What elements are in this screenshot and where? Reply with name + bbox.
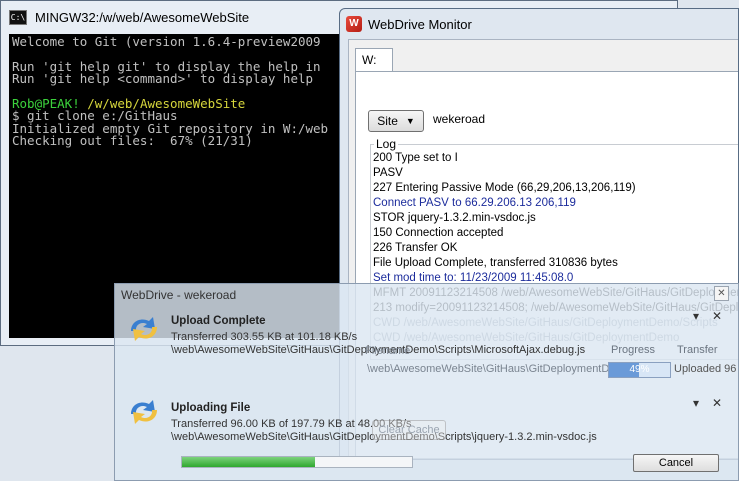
close-icon[interactable]: ✕ — [711, 397, 723, 409]
monitor-title-bar[interactable]: W WebDrive Monitor — [340, 9, 738, 39]
console-line: Checking out files: 67% (21/31) — [12, 133, 253, 149]
column-header-transfer[interactable]: Transfer — [677, 344, 718, 356]
log-line: Connect PASV to 66.29.206.13 206,119 — [373, 197, 576, 209]
site-dropdown-button[interactable]: Site ▼ — [368, 110, 424, 132]
monitor-title: WebDrive Monitor — [368, 16, 472, 32]
cancel-button[interactable]: Cancel — [633, 454, 719, 472]
log-line: File Upload Complete, transferred 310836… — [373, 257, 618, 269]
upload-dialog[interactable]: WebDrive - wekeroad Upload Complete Tran… — [114, 283, 739, 481]
close-icon[interactable]: ✕ — [711, 310, 723, 322]
chevron-down-icon[interactable]: ▾ — [690, 397, 702, 409]
console-line: Welcome to Git (version 1.6.4-preview200… — [12, 34, 321, 49]
upload-progress-bar — [181, 456, 413, 468]
upload-item-complete: Upload Complete Transferred 303.55 KB at… — [123, 315, 738, 365]
log-line: PASV — [373, 167, 403, 179]
transfer-progress-label: 49% — [629, 364, 650, 375]
webdrive-icon: W — [346, 16, 362, 32]
upload-progress-fill — [182, 457, 316, 467]
log-line: 150 Connection accepted — [373, 227, 504, 239]
close-icon[interactable]: ✕ — [714, 286, 729, 301]
chevron-down-icon[interactable]: ▾ — [690, 310, 702, 322]
chevron-down-icon: ▼ — [405, 116, 415, 126]
upload-complete-stats: Transferred 303.55 KB at 101.18 KB/s — [171, 331, 358, 343]
console-icon: C:\ — [9, 9, 27, 25]
tab-w-drive[interactable]: W: — [355, 48, 393, 71]
log-line: 200 Type set to I — [373, 152, 458, 164]
column-header-progress[interactable]: Progress — [611, 344, 655, 356]
column-header-filename[interactable]: Filename — [365, 345, 410, 357]
sync-icon — [131, 400, 157, 424]
sync-icon — [131, 317, 157, 341]
upload-complete-title: Upload Complete — [171, 315, 266, 327]
transfer-progress-bar: 49% — [608, 362, 671, 378]
site-name: wekeroad — [433, 112, 486, 126]
transfer-row-path: \web\AwesomeWebSite\GitHaus\GitDeploymen… — [367, 363, 610, 375]
clear-cache-button[interactable]: Clear Cache — [372, 420, 446, 440]
site-button-label: Site — [377, 114, 398, 128]
console-title: MINGW32:/w/web/AwesomeWebSite — [35, 9, 250, 25]
log-line: 226 Transfer OK — [373, 242, 458, 254]
transfer-row-status: Uploaded 96 — [674, 363, 737, 375]
uploading-title: Uploading File — [171, 402, 251, 414]
upload-title: WebDrive - wekeroad — [121, 288, 237, 302]
log-line: 227 Entering Passive Mode (66,29,206,13,… — [373, 182, 636, 194]
console-line: Run 'git help <command>' to display help — [12, 71, 314, 87]
upload-title-bar[interactable]: WebDrive - wekeroad — [115, 284, 738, 306]
log-line: STOR jquery-1.3.2.min-vsdoc.js — [373, 212, 536, 224]
log-label: Log — [374, 137, 399, 151]
